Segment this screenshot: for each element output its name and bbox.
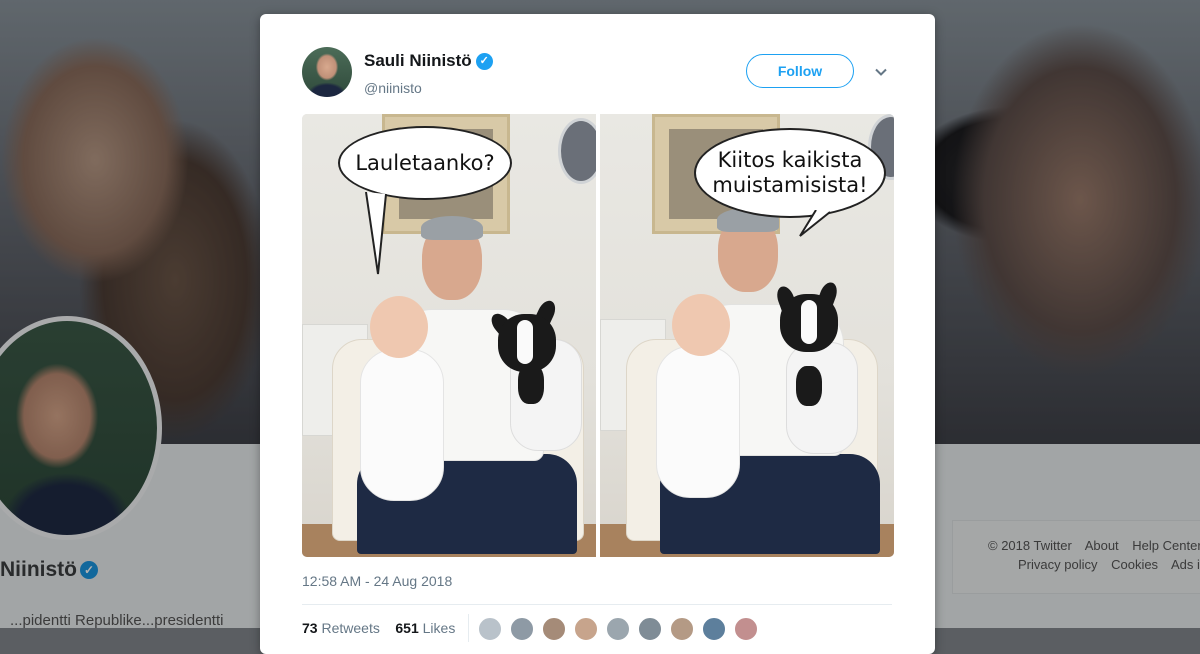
follow-button[interactable]: Follow <box>746 54 854 88</box>
man-hair <box>421 216 483 240</box>
liker-avatars <box>478 617 766 646</box>
dog-blaze <box>517 320 533 364</box>
tweet-modal: Sauli Niinistö ✓ @niinisto Follow Laulet… <box>260 14 935 654</box>
speech-bubble-left: Lauletaanko? <box>338 126 512 200</box>
liker-avatar[interactable] <box>702 617 726 641</box>
baby-head <box>672 294 730 356</box>
speech-bubble-right: Kiitos kaikista muistamisista! <box>694 128 886 218</box>
divider <box>302 604 892 605</box>
author-name[interactable]: Sauli Niinistö ✓ <box>364 51 493 71</box>
baby-head <box>370 296 428 358</box>
verified-badge-icon: ✓ <box>475 53 493 70</box>
liker-avatar[interactable] <box>542 617 566 641</box>
photo-panel-right: Kiitos kaikista muistamisista! <box>600 114 894 557</box>
liker-avatar[interactable] <box>606 617 630 641</box>
baby-body <box>360 349 444 501</box>
chevron-down-icon[interactable] <box>875 66 887 78</box>
dog-blaze <box>801 300 817 344</box>
baby-body <box>656 346 740 498</box>
speech-bubble-tail <box>365 192 387 275</box>
tweet-photo[interactable]: Lauletaanko? Kiitos kaikista muistamisis… <box>302 114 894 557</box>
liker-avatar[interactable] <box>510 617 534 641</box>
author-handle[interactable]: @niinisto <box>364 80 422 96</box>
retweets-stat[interactable]: 73 Retweets <box>302 620 380 636</box>
liker-avatar[interactable] <box>478 617 502 641</box>
liker-avatar[interactable] <box>670 617 694 641</box>
speech-bubble-tail <box>799 210 831 237</box>
wall-plate <box>558 118 596 184</box>
likes-stat[interactable]: 651 Likes <box>395 620 455 636</box>
liker-avatar[interactable] <box>734 617 758 641</box>
stats-divider <box>468 614 469 642</box>
dog-spot <box>796 366 822 406</box>
photo-panel-left: Lauletaanko? <box>302 114 596 557</box>
tweet-stats: 73 Retweets 651 Likes <box>302 620 455 636</box>
liker-avatar[interactable] <box>638 617 662 641</box>
liker-avatar[interactable] <box>574 617 598 641</box>
author-avatar[interactable] <box>302 47 352 97</box>
tweet-timestamp[interactable]: 12:58 AM - 24 Aug 2018 <box>302 573 452 589</box>
